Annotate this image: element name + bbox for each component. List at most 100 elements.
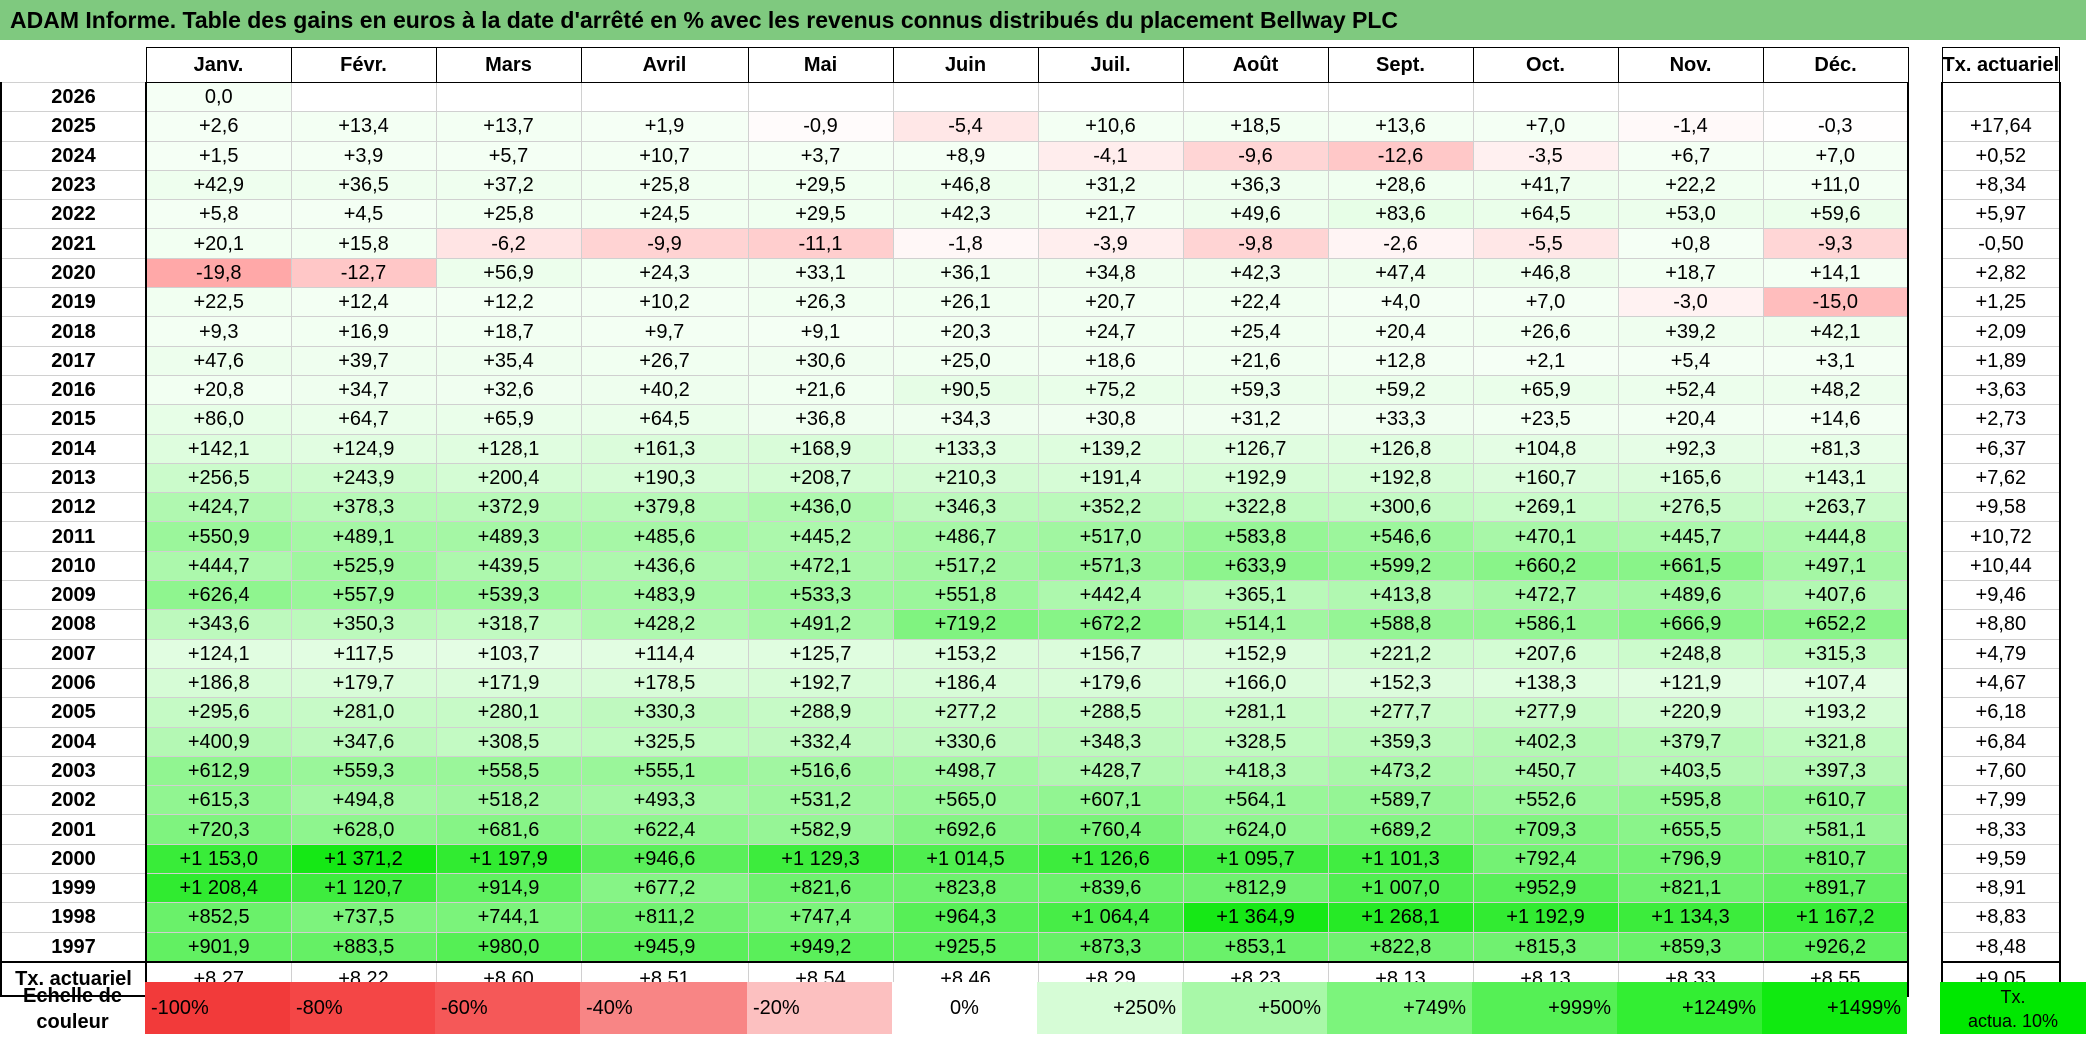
tx-actuariel-cell: +8,83 xyxy=(1941,902,2061,933)
value-cell: +126,7 xyxy=(1182,433,1329,464)
tx-actuariel-cell: +8,80 xyxy=(1941,609,2061,640)
column-gap xyxy=(1908,287,1942,317)
value-cell xyxy=(580,81,749,113)
column-gap xyxy=(1908,316,1942,347)
value-cell: +47,4 xyxy=(1327,257,1474,289)
value-cell: +30,8 xyxy=(1037,404,1184,435)
value-cell: +25,8 xyxy=(435,199,582,230)
value-cell: +24,5 xyxy=(580,199,749,230)
value-cell: +81,3 xyxy=(1762,433,1909,464)
table-row: 1999 +1 208,4 +1 120,7 +914,9 +677,2 +821,6 +8… xyxy=(0,873,2061,904)
value-cell: +9,7 xyxy=(580,316,749,347)
value-cell: +1 371,2 xyxy=(290,843,437,875)
value-cell: +192,8 xyxy=(1327,462,1474,494)
value-cell: +483,9 xyxy=(580,580,749,611)
column-gap xyxy=(1908,727,1942,757)
value-cell: +1 126,6 xyxy=(1037,843,1184,875)
value-cell: +33,3 xyxy=(1327,404,1474,435)
value-cell: +161,3 xyxy=(580,433,749,464)
value-cell: +365,1 xyxy=(1182,580,1329,611)
value-cell: +558,5 xyxy=(435,755,582,787)
value-cell: +980,0 xyxy=(435,931,582,963)
column-gap xyxy=(1908,639,1942,669)
value-cell: +472,1 xyxy=(747,550,894,582)
value-cell: +5,4 xyxy=(1617,345,1764,376)
value-cell: +407,6 xyxy=(1762,580,1909,611)
value-cell: +18,6 xyxy=(1037,345,1184,376)
value-cell: +179,6 xyxy=(1037,667,1184,699)
value-cell: +33,1 xyxy=(747,257,894,289)
value-cell: +815,3 xyxy=(1472,931,1619,963)
value-cell: +276,5 xyxy=(1617,492,1764,523)
value-cell: +424,7 xyxy=(145,492,292,523)
value-cell: +21,6 xyxy=(1182,345,1329,376)
value-cell: +5,8 xyxy=(145,199,292,230)
value-cell: +7,0 xyxy=(1762,140,1909,171)
value-cell: +489,6 xyxy=(1617,580,1764,611)
year-cell: 2011 xyxy=(0,521,147,552)
value-cell: 0,0 xyxy=(145,81,292,113)
column-gap xyxy=(1908,141,1942,171)
table-row: 2012 +424,7 +378,3 +372,9 +379,8 +436,0 +346,3… xyxy=(0,492,2061,523)
value-cell: +143,1 xyxy=(1762,462,1909,494)
value-cell: -15,0 xyxy=(1762,287,1909,318)
value-cell: +46,8 xyxy=(892,169,1039,201)
value-cell: +418,3 xyxy=(1182,755,1329,787)
tx-actuariel-cell: +8,91 xyxy=(1941,873,2061,904)
tx-actuariel-cell: +7,60 xyxy=(1941,755,2061,787)
value-cell: +15,8 xyxy=(290,228,437,259)
value-cell: +24,3 xyxy=(580,257,749,289)
tx-actuariel-cell: +7,62 xyxy=(1941,462,2061,494)
table-row: 2003 +612,9 +559,3 +558,5 +555,1 +516,6 +498,7… xyxy=(0,755,2061,787)
corner-cell xyxy=(1,48,146,83)
value-cell: +14,6 xyxy=(1762,404,1909,435)
value-cell: +1 167,2 xyxy=(1762,902,1909,933)
value-cell xyxy=(290,81,437,113)
value-cell: +946,6 xyxy=(580,843,749,875)
value-cell: +280,1 xyxy=(435,697,582,728)
value-cell: +52,4 xyxy=(1617,374,1764,406)
table-row: 2004 +400,9 +347,6 +308,5 +325,5 +332,4 +330,6… xyxy=(0,726,2061,757)
tx-actuariel-cell: +9,58 xyxy=(1941,492,2061,523)
value-cell: +330,6 xyxy=(892,726,1039,757)
value-cell: +607,1 xyxy=(1037,785,1184,816)
value-cell: +949,2 xyxy=(747,931,894,963)
value-cell: +436,0 xyxy=(747,492,894,523)
value-cell: +379,8 xyxy=(580,492,749,523)
table-body: 2026 0,0 2025 +2,6 +13,4 +13,7 +1,9 -0,9 -5,4 +10… xyxy=(0,81,2061,963)
month-header: Août xyxy=(1182,47,1329,83)
month-header: Nov. xyxy=(1617,47,1764,83)
month-header: Mai xyxy=(747,47,894,83)
value-cell: +64,5 xyxy=(580,404,749,435)
value-cell: +9,3 xyxy=(145,316,292,347)
value-cell: +10,7 xyxy=(580,140,749,171)
column-gap xyxy=(1908,697,1942,728)
value-cell: +20,4 xyxy=(1327,316,1474,347)
value-cell: +153,2 xyxy=(892,638,1039,669)
value-cell: +21,6 xyxy=(747,374,894,406)
value-cell: +891,7 xyxy=(1762,873,1909,904)
value-cell: -12,6 xyxy=(1327,140,1474,171)
value-cell: +493,3 xyxy=(580,785,749,816)
value-cell: +348,3 xyxy=(1037,726,1184,757)
value-cell: +2,1 xyxy=(1472,345,1619,376)
year-cell: 2006 xyxy=(0,667,147,699)
value-cell xyxy=(892,81,1039,113)
value-cell: +25,8 xyxy=(580,169,749,201)
value-cell: +473,2 xyxy=(1327,755,1474,787)
value-cell: +709,3 xyxy=(1472,814,1619,845)
value-cell: +9,1 xyxy=(747,316,894,347)
color-scale-legend: Echelle de couleur -100% -80% -60% -40% -20%… xyxy=(0,980,2086,1037)
column-gap xyxy=(1908,170,1942,200)
value-cell: +372,9 xyxy=(435,492,582,523)
value-cell: +37,2 xyxy=(435,169,582,201)
value-cell: +588,8 xyxy=(1327,609,1474,640)
table-row: 2025 +2,6 +13,4 +13,7 +1,9 -0,9 -5,4 +10,6 +18,5… xyxy=(0,111,2061,142)
value-cell: +124,9 xyxy=(290,433,437,464)
value-cell: +41,7 xyxy=(1472,169,1619,201)
year-cell: 2009 xyxy=(0,580,147,611)
value-cell: +586,1 xyxy=(1472,609,1619,640)
tx-actuariel-cell: +10,72 xyxy=(1941,521,2061,552)
month-header: Janv. xyxy=(145,47,292,83)
year-cell: 2019 xyxy=(0,287,147,318)
